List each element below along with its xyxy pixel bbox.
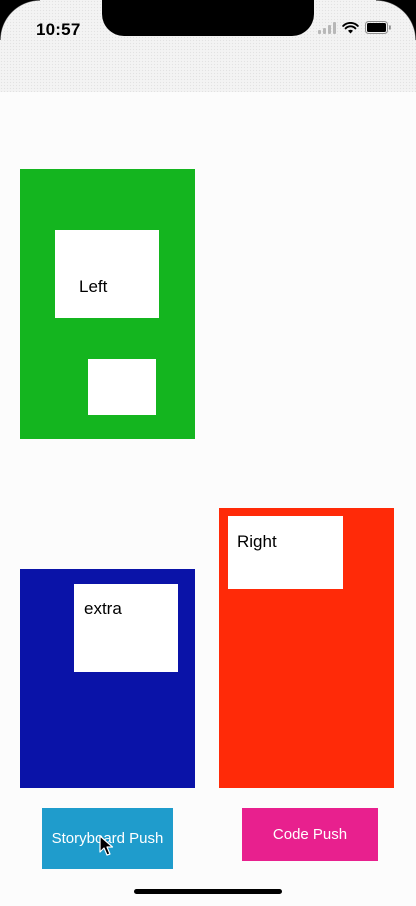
extra-label-view: extra	[74, 584, 178, 672]
signal-icon	[318, 21, 336, 34]
right-label: Right	[237, 532, 277, 551]
home-indicator[interactable]	[134, 889, 282, 894]
code-push-button[interactable]: Code Push	[242, 808, 378, 861]
left-label-view: Left	[55, 230, 159, 318]
storyboard-push-button[interactable]: Storyboard Push	[42, 808, 173, 869]
status-icons	[318, 21, 392, 34]
status-time: 10:57	[36, 20, 81, 39]
device-notch	[102, 0, 314, 36]
small-white-view	[88, 359, 156, 415]
phone-screen: 10:57 Left extra Right Storyboard Push C…	[0, 0, 416, 906]
screen-corner-left	[0, 0, 40, 40]
screen-corner-right	[376, 0, 416, 40]
right-label-view: Right	[228, 516, 343, 589]
wifi-icon	[342, 21, 359, 34]
extra-label: extra	[84, 599, 122, 618]
left-label: Left	[79, 277, 108, 296]
battery-icon	[365, 21, 392, 34]
